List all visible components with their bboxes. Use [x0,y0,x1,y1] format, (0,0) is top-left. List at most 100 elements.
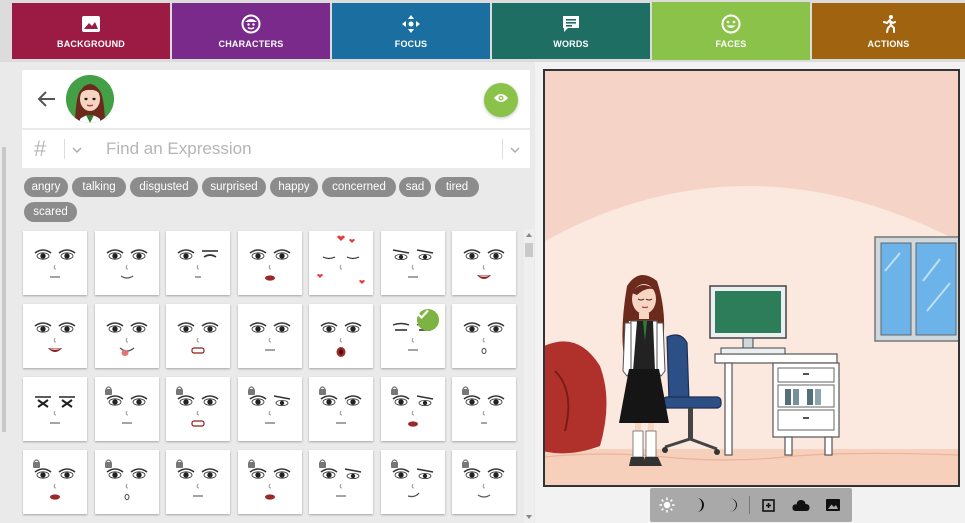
scene-canvas[interactable] [543,69,960,487]
expression-tile[interactable] [166,377,230,441]
expression-tile[interactable] [166,231,230,295]
expression-face-icon [104,386,147,424]
tag-chip-tired[interactable]: tired [435,177,479,197]
tag-chip-scared[interactable]: scared [24,202,77,222]
expression-tile[interactable] [380,304,445,368]
avatar[interactable] [66,75,114,123]
chevron-down-icon[interactable] [72,142,82,160]
expression-tile[interactable] [94,231,159,295]
expression-tile[interactable] [23,304,87,368]
search-input[interactable] [106,137,486,161]
divider [64,139,65,159]
expression-tile[interactable] [452,450,516,514]
expression-face-icon [390,459,433,498]
expression-face-icon [249,322,290,351]
expression-tile[interactable] [309,231,373,295]
expression-tile[interactable] [452,231,516,295]
expression-tile[interactable] [237,231,302,295]
selected-check-icon [416,309,439,331]
tag-chip-surprised[interactable]: surprised [202,177,266,197]
expression-tile[interactable] [452,304,516,368]
tab-label: FACES [715,39,747,49]
expression-face-icon [177,322,219,354]
image-icon [80,13,102,35]
eye-icon [493,91,509,109]
tab-words[interactable]: WORDS [492,3,650,59]
tag-chip-angry[interactable]: angry [24,177,68,197]
expression-face-icon [176,386,219,427]
tab-background[interactable]: BACKGROUND [12,3,170,59]
scroll-down-icon[interactable] [526,515,532,519]
chevron-down-icon[interactable] [510,142,520,160]
expression-tile[interactable] [94,450,159,514]
expression-tile[interactable] [309,304,373,368]
tab-actions[interactable]: ACTIONS [812,3,965,59]
expression-tile[interactable] [23,377,87,441]
expression-face-icon [35,396,75,424]
expression-tile[interactable] [94,304,159,368]
expression-face-icon [249,249,290,281]
expression-tile[interactable] [23,231,87,295]
expression-tile[interactable] [380,377,445,441]
expression-tile[interactable] [237,377,302,441]
running-figure-icon [878,13,900,35]
expression-tile[interactable] [237,450,302,514]
move-arrows-icon [400,13,422,35]
expression-tile[interactable] [166,304,230,368]
expression-grid [22,229,522,523]
tab-focus[interactable]: FOCUS [332,3,490,59]
tag-chip-happy[interactable]: happy [270,177,318,197]
expression-face-icon [106,322,147,356]
expression-tile[interactable] [166,450,230,514]
expression-face-icon [319,386,362,424]
expression-face-icon [319,459,362,497]
divider [502,139,503,159]
expression-tile[interactable] [237,304,302,368]
tag-chip-disgusted[interactable]: disgusted [130,177,198,197]
page-scrollbar[interactable] [0,62,8,523]
expression-face-icon [462,459,505,498]
tab-faces[interactable]: FACES [652,2,810,60]
expression-face-icon [104,459,147,501]
expression-tile[interactable] [380,450,445,514]
speech-bubble-icon [560,13,582,35]
tag-chip-concerned[interactable]: concerned [322,177,396,197]
tag-chip-talking[interactable]: talking [72,177,126,197]
hashtag-filter[interactable]: # [34,136,46,162]
smile-icon [720,13,742,35]
expression-tile[interactable] [452,377,516,441]
back-arrow-icon[interactable] [36,88,58,110]
expression-tile[interactable] [23,450,87,514]
expression-tile[interactable] [380,231,445,295]
half-moon-icon[interactable] [690,496,708,514]
add-frame-icon[interactable] [760,496,778,514]
sun-icon[interactable] [658,496,676,514]
scene-toolbar [650,488,852,522]
expression-face-icon [392,249,433,278]
scroll-up-icon[interactable] [526,233,532,237]
divider [749,496,750,514]
crescent-moon-icon[interactable] [722,496,740,514]
expression-face-icon [462,386,505,424]
tag-chip-sad[interactable]: sad [399,177,431,197]
expression-face-icon [247,386,290,424]
expression-face-icon [177,249,218,278]
expression-face-icon [320,322,362,357]
preview-toggle-button[interactable] [484,83,518,117]
expression-tile[interactable] [94,377,159,441]
image-icon[interactable] [824,496,842,514]
grid-scrollbar[interactable] [524,229,534,523]
expression-face-icon [106,249,147,279]
expression-face-icon [34,249,76,278]
expression-face-icon [34,322,76,352]
tab-label: CHARACTERS [218,39,284,49]
tab-label: WORDS [553,39,589,49]
scroll-thumb[interactable] [525,243,533,257]
expression-face-icon [463,249,505,279]
expression-face-icon [176,459,219,497]
expression-tile[interactable] [309,450,373,514]
cloud-icon[interactable] [792,496,810,514]
expression-tile[interactable] [309,377,373,441]
expression-face-icon [33,459,76,500]
tab-characters[interactable]: CHARACTERS [172,3,330,59]
